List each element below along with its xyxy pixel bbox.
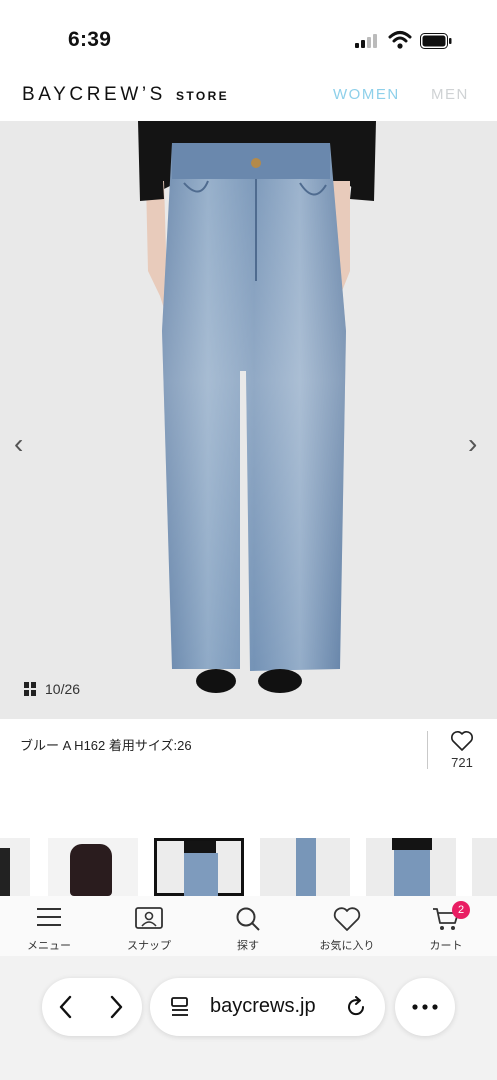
thumbnail[interactable]	[472, 838, 497, 896]
browser-toolbar: baycrews.jp	[0, 956, 497, 1080]
tab-snap[interactable]: スナップ	[114, 896, 184, 956]
thumbnail[interactable]	[48, 838, 138, 896]
brand-name: BAYCREW’S	[22, 84, 166, 105]
page-menu-icon[interactable]	[170, 996, 190, 1018]
thumbnail[interactable]	[366, 838, 456, 896]
wifi-icon	[388, 31, 412, 49]
nav-buttons	[42, 978, 142, 1036]
more-button[interactable]	[395, 978, 455, 1036]
tab-women[interactable]: WOMEN	[333, 86, 400, 103]
heart-icon	[451, 731, 473, 751]
divider	[427, 731, 428, 769]
jeans-photo	[138, 121, 376, 693]
tab-menu-label: メニュー	[27, 940, 71, 952]
favorite-count: 721	[451, 755, 473, 770]
tab-cart[interactable]: カート	[411, 896, 481, 956]
heart-icon	[333, 907, 361, 931]
tab-favorites-label: お気に入り	[319, 940, 375, 952]
back-arrow-icon[interactable]	[58, 995, 74, 1019]
address-bar[interactable]: baycrews.jp	[150, 978, 385, 1036]
search-icon	[236, 907, 260, 931]
battery-icon	[420, 33, 452, 49]
chevron-right-icon[interactable]: ›	[468, 430, 477, 458]
cart-badge: 2	[452, 901, 470, 919]
tab-search[interactable]: 探す	[213, 896, 283, 956]
bottom-tabbar: メニュー スナップ 探す お気に入り カート	[0, 896, 497, 956]
tab-search-label: 探す	[237, 940, 259, 952]
url-text: baycrews.jp	[210, 995, 316, 1017]
tab-favorites[interactable]: お気に入り	[312, 896, 382, 956]
image-counter[interactable]: 10/26	[24, 681, 80, 697]
counter-text: 10/26	[45, 681, 81, 697]
snap-icon	[135, 907, 163, 929]
favorite-button[interactable]	[446, 730, 478, 757]
thumbnail-strip[interactable]	[0, 838, 497, 896]
more-icon	[412, 1004, 438, 1010]
thumbnail-selected[interactable]	[154, 838, 244, 896]
thumbnail[interactable]	[260, 838, 350, 896]
image-caption: ブルー A H162 着用サイズ:26	[20, 738, 192, 753]
forward-arrow-icon[interactable]	[108, 995, 124, 1019]
tab-snap-label: スナップ	[127, 940, 171, 952]
tab-menu[interactable]: メニュー	[14, 896, 84, 956]
reload-icon[interactable]	[345, 996, 367, 1018]
status-time: 6:39	[68, 28, 112, 51]
menu-icon	[37, 908, 61, 926]
signal-icon	[355, 34, 381, 48]
chevron-left-icon[interactable]: ‹	[14, 430, 23, 458]
tab-men[interactable]: MEN	[431, 86, 469, 103]
grid-icon	[24, 681, 37, 697]
product-image[interactable]	[0, 121, 497, 719]
tab-cart-label: カート	[429, 940, 463, 952]
brand-suffix: STORE	[175, 89, 230, 103]
brand-logo[interactable]: BAYCREW’S STORE	[22, 84, 229, 106]
thumbnail[interactable]	[0, 838, 30, 896]
